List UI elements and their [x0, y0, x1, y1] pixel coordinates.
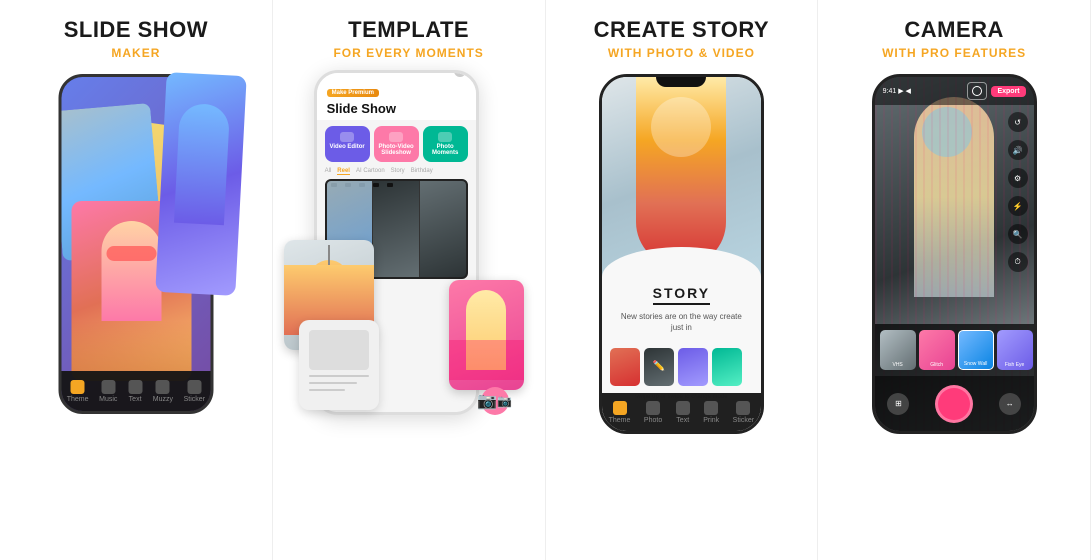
filter-rays-label: Rays: [1036, 362, 1037, 368]
photo-video-icon: [389, 132, 403, 142]
blue-portrait-bg: [155, 72, 246, 296]
video-editor-label: Video Editor: [330, 144, 365, 150]
createstory-phone: STORY New stories are on the way create …: [599, 74, 764, 434]
toolbar-theme[interactable]: Theme: [67, 380, 89, 403]
app-title: Slide Show: [327, 101, 466, 116]
createstory-screen: STORY New stories are on the way create …: [602, 77, 761, 431]
rotate-button[interactable]: ↺: [1008, 112, 1028, 132]
template-content: Make Premium Slide Show Video Editor Pho…: [281, 60, 537, 548]
volume-button[interactable]: 🔊: [1008, 140, 1028, 160]
filter-strip: VHS Glitch Snow Wall Fish Eye Rays: [875, 324, 1034, 376]
feature-cards: Video Editor Photo-Video Slideshow Photo…: [317, 120, 476, 168]
createstory-title: CREATE STORY: [594, 18, 770, 42]
photo-video-card[interactable]: Photo-Video Slideshow: [374, 126, 419, 162]
moments-label: Photo Moments: [432, 144, 458, 156]
zoom-button[interactable]: 🔍: [1008, 224, 1028, 244]
toolbar-photo-story[interactable]: Photo: [644, 401, 662, 424]
camera-time: 9:41 ▶ ◀: [883, 87, 911, 95]
story-thumb-4[interactable]: [712, 348, 742, 386]
settings-button[interactable]: ⚙: [1008, 168, 1028, 188]
camera-top-bar: 9:41 ▶ ◀ Export: [875, 77, 1034, 105]
moments-icon: [438, 132, 452, 142]
filter-vhs-label: VHS: [880, 362, 916, 368]
video-icon: [340, 132, 354, 142]
slideshow-title: SLIDE SHOW: [64, 18, 208, 42]
createstory-toolbar: Theme Photo Text Prink Sticker: [602, 393, 761, 431]
camera-flip-button[interactable]: ↔: [999, 393, 1021, 415]
export-button[interactable]: Export: [991, 86, 1025, 97]
story-description: New stories are on the way create just i…: [614, 311, 749, 333]
story-wave: [602, 247, 761, 277]
section-createstory: CREATE STORY WITH PHOTO & VIDEO STORY Ne…: [546, 0, 819, 560]
template-header: Make Premium Slide Show: [317, 73, 476, 120]
toolbar-text[interactable]: Text: [128, 380, 142, 403]
toolbar-music[interactable]: Music: [99, 380, 117, 403]
camera-right-controls: ↺ 🔊 ⚙ ⚡ 🔍 ⏱: [1008, 112, 1028, 272]
filter-fisheye[interactable]: Fish Eye: [997, 330, 1033, 370]
template-phone-wrapper: Make Premium Slide Show Video Editor Pho…: [304, 70, 514, 430]
phone-notch: [656, 77, 706, 87]
filter-glitch-label: Glitch: [919, 362, 955, 368]
slideshow-subtitle: MAKER: [111, 46, 160, 60]
video-editor-card[interactable]: Video Editor: [325, 126, 370, 162]
story-text-area: STORY New stories are on the way create …: [602, 277, 761, 341]
sketch-card: [299, 320, 379, 410]
camera-bottom-bar: ⊞ ↔: [875, 376, 1034, 431]
story-main-image: [602, 77, 761, 277]
toolbar-sticker[interactable]: Sticker: [184, 380, 205, 403]
camera-title: CAMERA: [904, 18, 1004, 42]
toolbar-sticker-story[interactable]: Sticker: [733, 401, 754, 424]
filter-snow[interactable]: Snow Wall: [958, 330, 994, 370]
story-thumb-1[interactable]: [610, 348, 640, 386]
tab-story[interactable]: Story: [391, 168, 405, 175]
photo-video-label: Photo-Video Slideshow: [379, 144, 414, 156]
camera-screen: 9:41 ▶ ◀ Export ↺ 🔊 ⚙ ⚡ 🔍 ⏱: [875, 77, 1034, 431]
camera-fab-button[interactable]: 📷: [481, 387, 509, 415]
camera-gallery-button[interactable]: ⊞: [887, 393, 909, 415]
film-hole: [387, 183, 393, 187]
filter-rays[interactable]: Rays: [1036, 330, 1037, 370]
toolbar-prink-story[interactable]: Prink: [703, 401, 719, 424]
section-camera: CAMERA WITH PRO FEATURES 9:41 ▶ ◀ Export: [818, 0, 1091, 560]
toolbar-theme-story[interactable]: Theme: [609, 401, 631, 424]
tab-reel[interactable]: Reel: [337, 168, 350, 175]
story-thumb-3[interactable]: [678, 348, 708, 386]
tab-birthday[interactable]: Birthday: [411, 168, 433, 175]
sketch-lines: [299, 320, 379, 406]
template-tabs: All Reel AI Cartoon Story Birthday: [317, 168, 476, 179]
story-label: STORY: [653, 285, 710, 305]
template-title: TEMPLATE: [348, 18, 469, 42]
camera-phone: 9:41 ▶ ◀ Export ↺ 🔊 ⚙ ⚡ 🔍 ⏱: [872, 74, 1037, 434]
toolbar-muzzy[interactable]: Muzzy: [153, 380, 173, 403]
template-subtitle: FOR EVERY MOMENTS: [333, 46, 483, 60]
section-slideshow: SLIDE SHOW MAKER: [0, 0, 273, 560]
camera-shutter-button[interactable]: [935, 385, 973, 423]
camera-subtitle: WITH PRO FEATURES: [882, 46, 1026, 60]
film-hole: [373, 183, 379, 187]
filter-snow-label: Snow Wall: [959, 361, 993, 367]
filter-glitch[interactable]: Glitch: [919, 330, 955, 370]
section-template: TEMPLATE FOR EVERY MOMENTS Make Premium …: [273, 0, 546, 560]
gear-icon[interactable]: [454, 70, 466, 77]
camera-flip-icon[interactable]: [967, 82, 987, 100]
filter-fisheye-label: Fish Eye: [997, 362, 1033, 368]
premium-badge: Make Premium: [327, 89, 379, 97]
timer-button[interactable]: ⏱: [1008, 252, 1028, 272]
tab-ai-cartoon[interactable]: AI Cartoon: [356, 168, 385, 175]
moments-card[interactable]: Photo Moments: [423, 126, 468, 162]
slideshow-toolbar: Theme Music Text Muzzy: [61, 371, 210, 411]
film-cell-3: [420, 181, 466, 277]
film-cell-2: [373, 181, 420, 277]
story-thumb-2[interactable]: ✏️: [644, 348, 674, 386]
flash-button[interactable]: ⚡: [1008, 196, 1028, 216]
createstory-subtitle: WITH PHOTO & VIDEO: [608, 46, 755, 60]
toolbar-text-story[interactable]: Text: [676, 401, 690, 424]
slideshow-phone-container: Theme Music Text Muzzy: [46, 74, 226, 444]
story-thumbnails: ✏️: [602, 342, 761, 392]
filter-vhs[interactable]: VHS: [880, 330, 916, 370]
tab-all[interactable]: All: [325, 168, 332, 175]
red-dress-card: [449, 280, 524, 390]
